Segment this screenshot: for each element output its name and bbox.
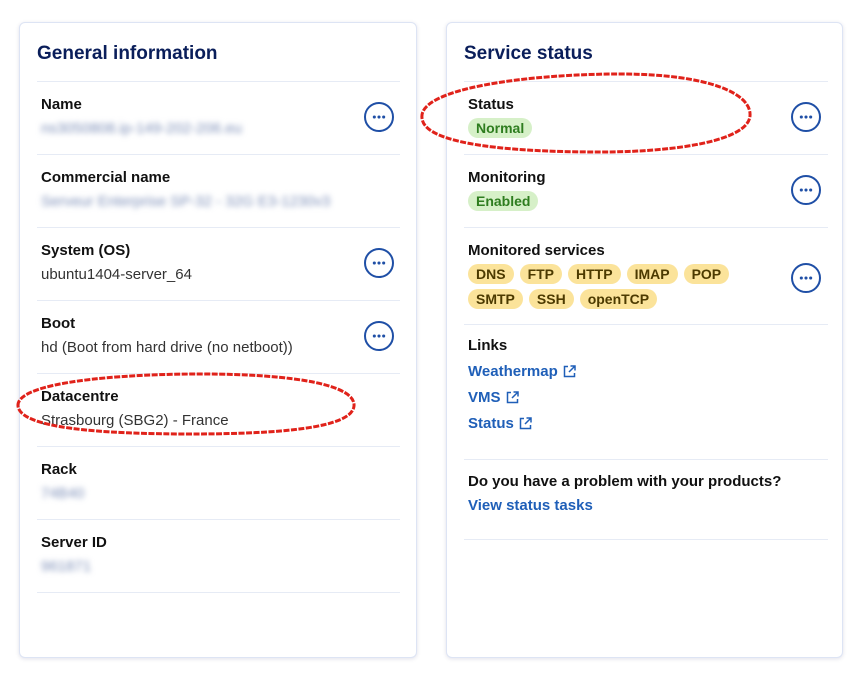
service-badge-ftp: FTP	[519, 264, 563, 284]
more-dots-icon	[799, 115, 813, 119]
system-os-value: ubuntu1404-server_64	[41, 266, 192, 283]
service-badge-pop: POP	[683, 264, 730, 284]
monitored-services-list: DNS FTP HTTP IMAP POP SMTP SSH openTCP	[468, 264, 768, 314]
external-link-icon	[519, 417, 532, 430]
boot-more-button[interactable]	[364, 321, 394, 351]
boot-label: Boot	[41, 315, 76, 332]
info-row-server-id: Server ID 961871	[37, 519, 400, 593]
external-link-icon	[506, 391, 519, 404]
service-badge-dns: DNS	[468, 264, 514, 284]
status-link-label: Status	[468, 415, 514, 432]
service-row-monitored-services: Monitored services DNS FTP HTTP IMAP POP SMT…	[464, 227, 828, 324]
service-badge-http: HTTP	[568, 264, 621, 284]
commercial-name-label: Commercial name	[41, 169, 171, 186]
monitoring-badge: Enabled	[468, 191, 539, 211]
commercial-name-value: Serveur Enterprise SP-32 - 32G E3-1230v3	[41, 193, 331, 210]
general-information-title: General information	[37, 43, 218, 64]
external-link-icon	[563, 365, 576, 378]
status-label: Status	[468, 96, 514, 113]
weathermap-link[interactable]: Weathermap	[468, 363, 576, 380]
service-badge-opentcp: openTCP	[579, 289, 658, 309]
vms-link[interactable]: VMS	[468, 389, 519, 406]
boot-value: hd (Boot from hard drive (no netboot))	[41, 339, 293, 356]
server-id-label: Server ID	[41, 534, 107, 551]
more-dots-icon	[372, 115, 386, 119]
name-label: Name	[41, 96, 82, 113]
service-row-problem: Do you have a problem with your products…	[464, 459, 828, 540]
monitoring-label: Monitoring	[468, 169, 546, 186]
info-row-datacentre: Datacentre Strasbourg (SBG2) - France	[37, 373, 400, 446]
system-os-more-button[interactable]	[364, 248, 394, 278]
service-row-monitoring: Monitoring Enabled	[464, 154, 828, 227]
service-row-status: Status Normal	[464, 81, 828, 154]
system-os-label: System (OS)	[41, 242, 131, 259]
service-badge-smtp: SMTP	[468, 289, 523, 309]
more-dots-icon	[799, 188, 813, 192]
server-id-value: 961871	[41, 558, 92, 575]
info-row-system-os: System (OS) ubuntu1404-server_64	[37, 227, 400, 300]
links-label: Links	[468, 337, 508, 354]
status-badge-wrap: Normal	[468, 118, 533, 138]
more-dots-icon	[372, 334, 386, 338]
monitored-services-more-button[interactable]	[791, 263, 821, 293]
status-more-button[interactable]	[791, 102, 821, 132]
monitoring-more-button[interactable]	[791, 175, 821, 205]
vms-link-label: VMS	[468, 389, 501, 406]
view-status-tasks-link[interactable]: View status tasks	[468, 497, 593, 514]
info-row-boot: Boot hd (Boot from hard drive (no netboo…	[37, 300, 400, 373]
info-row-name: Name ns3050808.ip-149-202-206.eu	[37, 81, 400, 154]
rack-value: 74B40	[41, 485, 85, 502]
service-status-title: Service status	[464, 43, 593, 64]
service-status-card: Service status Status Normal Monitoring …	[446, 22, 843, 658]
datacentre-label: Datacentre	[41, 388, 119, 405]
status-link[interactable]: Status	[468, 415, 532, 432]
monitoring-badge-wrap: Enabled	[468, 191, 539, 211]
info-row-commercial-name: Commercial name Serveur Enterprise SP-32…	[37, 154, 400, 227]
more-dots-icon	[799, 276, 813, 280]
service-row-links: Links Weathermap VMS Status	[464, 324, 828, 459]
problem-question: Do you have a problem with your products…	[468, 473, 782, 490]
service-badge-imap: IMAP	[626, 264, 678, 284]
rack-label: Rack	[41, 461, 77, 478]
monitored-services-label: Monitored services	[468, 242, 605, 259]
weathermap-link-label: Weathermap	[468, 363, 558, 380]
datacentre-value: Strasbourg (SBG2) - France	[41, 412, 229, 429]
service-badge-ssh: SSH	[528, 289, 574, 309]
general-information-card: General information Name ns3050808.ip-14…	[19, 22, 417, 658]
status-badge: Normal	[468, 118, 533, 138]
info-row-rack: Rack 74B40	[37, 446, 400, 519]
name-value: ns3050808.ip-149-202-206.eu	[41, 120, 242, 137]
more-dots-icon	[372, 261, 386, 265]
name-more-button[interactable]	[364, 102, 394, 132]
